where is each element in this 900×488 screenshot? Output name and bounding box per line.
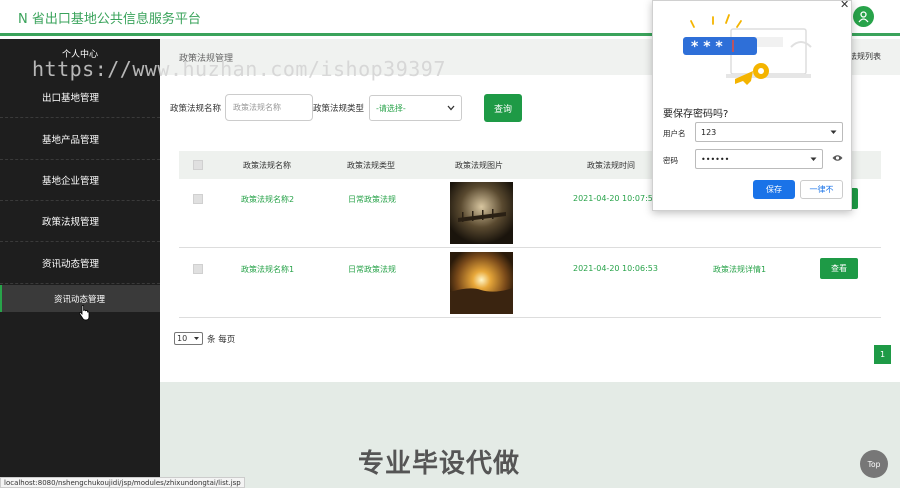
username-label: 用户名 [663,129,686,138]
row-name: 政策法规名称2 [241,195,295,204]
save-password-title: 要保存密码吗? [663,109,729,120]
hand-cursor-icon [78,305,90,321]
col-header-image: 政策法规图片 [455,161,503,170]
close-icon[interactable]: ✕ [840,0,849,11]
view-button[interactable]: 查看 [820,258,858,279]
save-password-button[interactable]: 保存 [753,180,795,199]
col-header-time: 政策法规时间 [587,161,635,170]
username-field[interactable]: 123 [695,122,843,142]
promo-text: 专业毕设代做 [358,449,521,479]
save-password-popup: ✕ * * * 要保存密码吗? 用户名 123 密码 •••••• 保存 一律不 [652,0,852,211]
watermark-text: https://www.huzhan.com/ishop39397 [32,57,446,81]
row-checkbox[interactable] [193,264,203,274]
chevron-down-icon [830,130,837,134]
never-save-button[interactable]: 一律不 [800,180,843,199]
row-time: 2021-04-20 10:06:53 [573,264,658,273]
col-header-type: 政策法规类型 [347,161,395,170]
select-all-checkbox[interactable] [193,160,203,170]
row-time: 2021-04-20 10:07:5 [573,194,653,203]
row-image[interactable] [450,252,513,314]
password-value: •••••• [701,154,730,164]
chevron-down-icon [447,105,455,111]
per-page-label: 条 每页 [207,334,236,345]
site-title: N 省出口基地公共信息服务平台 [18,12,201,27]
page-size-control: 10 条 每页 [174,332,235,345]
row-name: 政策法规名称1 [241,265,295,274]
page-size-select[interactable]: 10 [174,332,203,345]
password-key-illustration: * * * [683,14,812,85]
back-to-top-button[interactable]: Top [860,450,888,478]
name-filter-input[interactable]: 政策法规名称 [225,94,313,121]
password-field[interactable]: •••••• [695,149,823,169]
col-header-name: 政策法规名称 [243,161,291,170]
sidebar: 个人中心 出口基地管理 基地产品管理 基地企业管理 政策法规管理 资讯动态管理 … [0,39,160,488]
sidebar-item-news[interactable]: 资讯动态管理 [0,243,160,284]
row-type: 日常政策法规 [348,195,396,204]
type-filter-label: 政策法规类型 [313,104,365,114]
footer-band [160,382,900,488]
name-filter-label: 政策法规名称 [170,104,222,114]
name-filter-placeholder: 政策法规名称 [233,103,281,112]
row-image[interactable] [450,182,513,244]
eye-icon[interactable] [832,154,843,162]
type-filter-select[interactable]: -请选择- [369,95,462,121]
chevron-down-icon [810,157,817,161]
table-row: 政策法规名称1 日常政策法规 2021-04-20 10:06:53 政策法规详… [179,249,881,318]
illustration-stars: * * * [691,39,723,55]
username-value: 123 [701,127,717,137]
row-checkbox[interactable] [193,194,203,204]
sidebar-item-export-base[interactable]: 出口基地管理 [0,77,160,118]
page-number-button[interactable]: 1 [874,345,891,364]
type-filter-value: -请选择- [376,103,406,113]
sidebar-item-policy[interactable]: 政策法规管理 [0,201,160,242]
query-button[interactable]: 查询 [484,94,522,122]
page-size-value: 10 [177,334,188,343]
sidebar-item-base-enterprises[interactable]: 基地企业管理 [0,160,160,201]
breadcrumb-list[interactable]: 法规列表 [849,51,881,62]
password-label: 密码 [663,156,678,165]
chevron-down-icon [194,337,199,340]
sidebar-item-base-products[interactable]: 基地产品管理 [0,119,160,160]
status-bar-url: localhost:8080/nshengchukoujidi/jsp/modu… [0,477,245,488]
user-avatar-icon[interactable] [853,6,874,27]
row-type: 日常政策法规 [348,265,396,274]
row-detail: 政策法规详情1 [713,265,767,274]
